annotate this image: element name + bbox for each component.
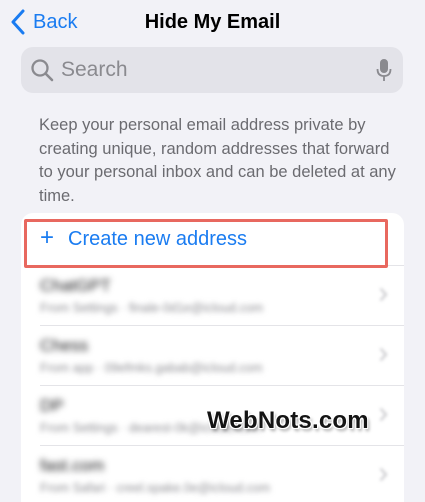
list-item[interactable]: Chess From app · 09efmks.gabab@icloud.co… bbox=[21, 325, 404, 385]
row-divider bbox=[40, 385, 404, 386]
address-subtitle: From Safari · creel.spake.0e@icloud.com bbox=[40, 481, 271, 495]
create-new-address-button[interactable]: + Create new address bbox=[21, 213, 404, 265]
row-divider bbox=[40, 265, 404, 266]
address-subtitle: From Settings · finale-0d1e@icloud.com bbox=[40, 301, 264, 315]
address-label: ChatGPT bbox=[40, 276, 111, 295]
address-subtitle: From app · 09efmks.gabab@icloud.com bbox=[40, 361, 263, 375]
plus-icon: + bbox=[40, 224, 55, 251]
search-icon bbox=[31, 59, 54, 82]
list-item[interactable]: fast.com From Safari · creel.spake.0e@ic… bbox=[21, 445, 404, 502]
row-divider bbox=[40, 445, 404, 446]
address-list: + Create new address ChatGPT From Settin… bbox=[21, 213, 404, 502]
search-input[interactable] bbox=[59, 57, 363, 83]
hide-my-email-screen: Back Hide My Email Keep your personal em… bbox=[0, 0, 425, 502]
microphone-icon[interactable] bbox=[376, 58, 392, 82]
watermark: WebNots.com bbox=[207, 407, 369, 434]
chevron-right-icon bbox=[379, 407, 388, 422]
page-title: Hide My Email bbox=[144, 11, 281, 33]
address-label: fast.com bbox=[40, 456, 105, 475]
chevron-right-icon bbox=[379, 287, 388, 302]
create-new-address-label: Create new address bbox=[68, 228, 247, 250]
address-label: Chess bbox=[40, 336, 89, 355]
chevron-right-icon bbox=[379, 347, 388, 362]
list-item[interactable]: ChatGPT From Settings · finale-0d1e@iclo… bbox=[21, 265, 404, 325]
navigation-bar: Back Hide My Email bbox=[0, 0, 425, 46]
search-bar[interactable] bbox=[21, 47, 403, 93]
description-text: Keep your personal email address private… bbox=[39, 116, 396, 205]
address-label: DP bbox=[40, 396, 64, 415]
row-divider bbox=[40, 325, 404, 326]
chevron-right-icon bbox=[379, 467, 388, 482]
